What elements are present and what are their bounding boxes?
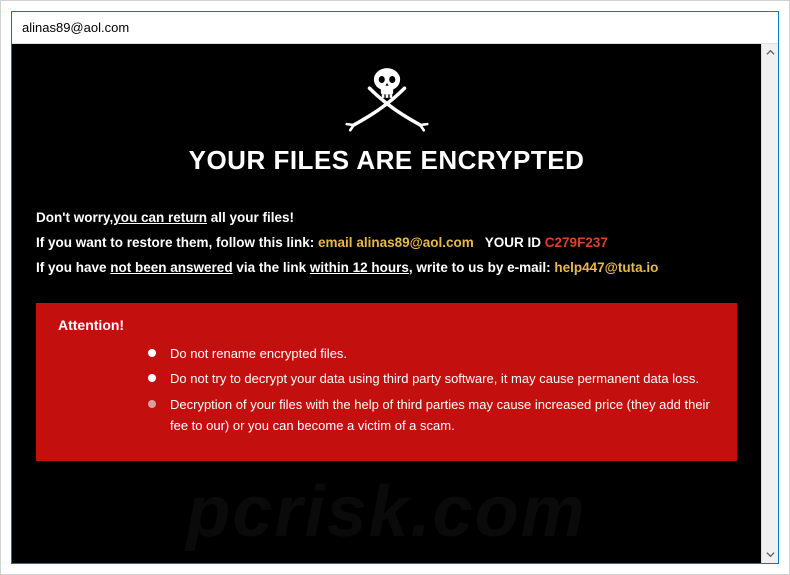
attention-title: Attention! <box>58 317 715 333</box>
ransom-window: alinas89@aol.com <box>11 11 779 564</box>
line2-email-label: email <box>318 235 356 250</box>
skull-swords-icon <box>342 62 432 137</box>
line3: If you have not been answered via the li… <box>36 256 737 281</box>
outer-frame: alinas89@aol.com <box>0 0 790 575</box>
titlebar: alinas89@aol.com <box>12 12 778 44</box>
line1: Don't worry,you can return all your file… <box>36 206 737 231</box>
scroll-up-icon[interactable] <box>762 44 779 61</box>
line1-c: all your files! <box>207 210 294 225</box>
attention-item: Decryption of your files with the help o… <box>148 394 715 437</box>
line3-email: help447@tuta.io <box>554 260 658 275</box>
line1-b: you can return <box>113 210 207 225</box>
attention-list: Do not rename encrypted files. Do not tr… <box>58 343 715 437</box>
body-text: Don't worry,you can return all your file… <box>36 206 737 281</box>
line2-email: alinas89@aol.com <box>356 235 473 250</box>
window-title: alinas89@aol.com <box>22 20 129 35</box>
line2-id: C279F237 <box>545 235 608 250</box>
main-heading: YOUR FILES ARE ENCRYPTED <box>36 145 737 176</box>
scroll-down-icon[interactable] <box>762 546 779 563</box>
line3-d: within 12 hours <box>310 260 409 275</box>
attention-item: Do not try to decrypt your data using th… <box>148 368 715 389</box>
watermark: pcrisk.com <box>12 471 761 553</box>
line1-a: Don't worry, <box>36 210 113 225</box>
ransom-content: YOUR FILES ARE ENCRYPTED Don't worry,you… <box>12 44 761 563</box>
vertical-scrollbar[interactable] <box>761 44 778 563</box>
line3-a: If you have <box>36 260 110 275</box>
attention-item: Do not rename encrypted files. <box>148 343 715 364</box>
line2-yourid-label: YOUR ID <box>474 235 545 250</box>
line2-a: If you want to restore them, follow this… <box>36 235 318 250</box>
content-wrap: YOUR FILES ARE ENCRYPTED Don't worry,you… <box>12 44 778 563</box>
line3-c: via the link <box>233 260 310 275</box>
line3-b: not been answered <box>110 260 232 275</box>
attention-box: Attention! Do not rename encrypted files… <box>36 303 737 461</box>
line3-e: , write to us by e-mail: <box>409 260 555 275</box>
line2: If you want to restore them, follow this… <box>36 231 737 256</box>
pirate-logo <box>36 62 737 137</box>
